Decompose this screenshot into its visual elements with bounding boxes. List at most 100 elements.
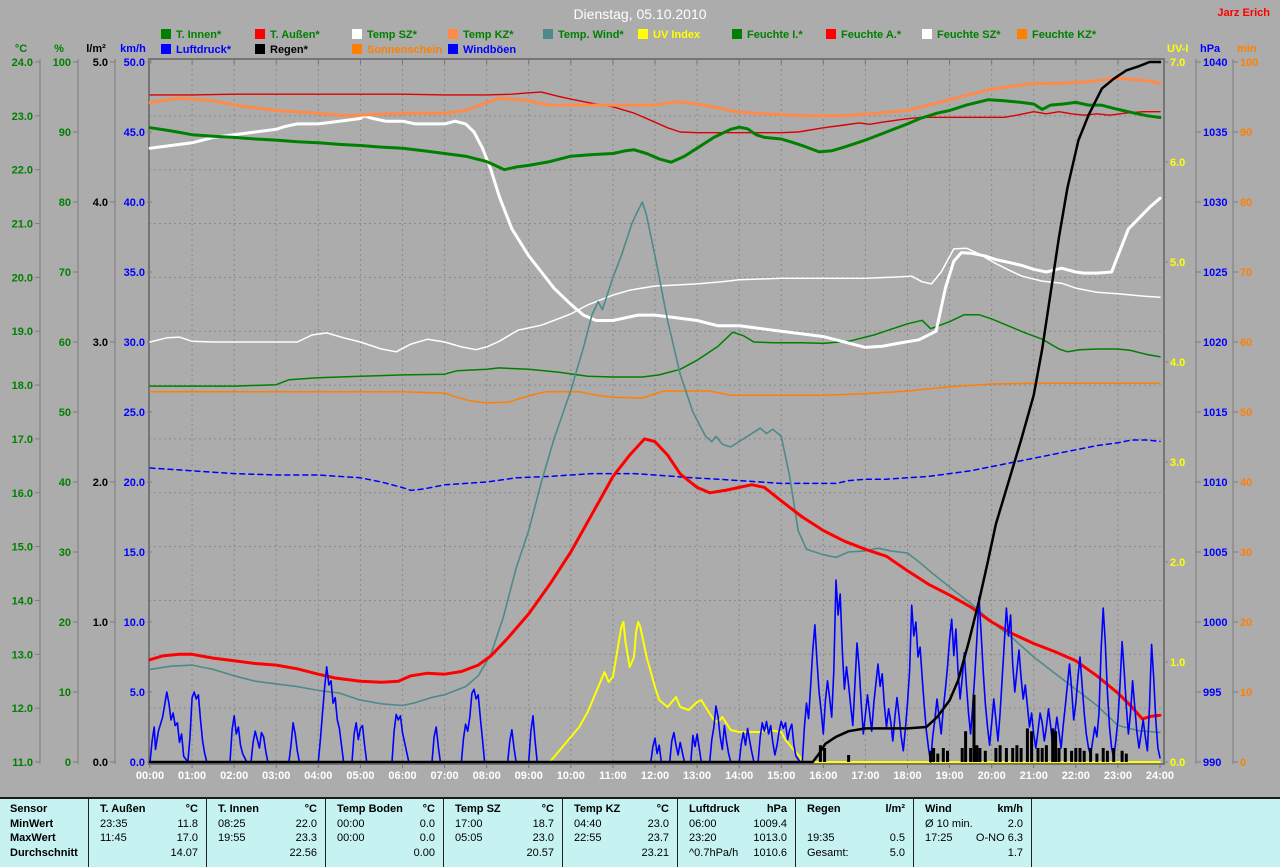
table-row-label: Durchschnitt [10, 847, 78, 859]
axis-tick-label: 100 [53, 57, 71, 69]
axis-unit-label: min [1237, 43, 1257, 55]
table-header-unit: hPa [767, 803, 787, 815]
table-column-divider [88, 799, 89, 867]
rain-rate-bar [929, 751, 932, 762]
axis-tick-label: 12.0 [12, 703, 33, 715]
axis-tick-label: 60 [59, 337, 71, 349]
axis-tick-label: 1.0 [93, 617, 108, 629]
rain-rate-bar [1064, 748, 1067, 762]
rain-rate-bar [975, 745, 978, 762]
axis-tick-label: 1005 [1203, 547, 1227, 559]
x-axis-hour-label: 20:00 [978, 770, 1006, 782]
axis-tick-label: 45.0 [124, 127, 145, 139]
x-axis-hour-label: 12:00 [641, 770, 669, 782]
table-row-label: MaxWert [10, 832, 56, 844]
axis-tick-label: 22.0 [12, 165, 33, 177]
axis-tick-label: 40 [1240, 477, 1252, 489]
rain-rate-bar [936, 754, 939, 762]
axis-tick-label: 100 [1240, 57, 1258, 69]
rain-rate-bar [978, 748, 981, 762]
axis-tick-label: 21.0 [12, 219, 33, 231]
table-header-name: T. Innen [218, 803, 259, 815]
table-header-name: T. Außen [100, 803, 145, 815]
axis-tick-label: 30 [59, 547, 71, 559]
rain-rate-bar [1095, 754, 1098, 762]
table-header-name: Luftdruck [689, 803, 740, 815]
x-axis-hour-label: 13:00 [683, 770, 711, 782]
rain-rate-bar [1054, 731, 1057, 762]
table-header-name: Wind [925, 803, 952, 815]
axis-tick-label: 50.0 [124, 57, 145, 69]
table-min-time: 23:35 [100, 818, 128, 830]
table-min-time: Ø 10 min. [925, 818, 973, 830]
table-min-time: 06:00 [689, 818, 717, 830]
rain-rate-bar [932, 748, 935, 762]
axis-tick-label: 4.0 [1170, 357, 1185, 369]
x-axis-hour-label: 22:00 [1062, 770, 1090, 782]
table-min-time: 17:00 [455, 818, 483, 830]
x-axis-hour-label: 04:00 [304, 770, 332, 782]
table-min-value: 22.0 [296, 818, 317, 830]
axis-tick-label: 0 [1240, 757, 1246, 769]
rain-rate-bar [994, 748, 997, 762]
axis-tick-label: 35.0 [124, 267, 145, 279]
axis-tick-label: 5.0 [93, 57, 108, 69]
table-max-value: 23.7 [648, 832, 669, 844]
axis-tick-label: 10 [1240, 687, 1252, 699]
axis-tick-label: 90 [59, 127, 71, 139]
series-regen- [150, 62, 1160, 762]
axis-tick-label: 2.0 [93, 477, 108, 489]
axis-tick-label: 50 [59, 407, 71, 419]
table-avg-value: 23.21 [641, 847, 669, 859]
rain-rate-bar [1112, 748, 1115, 762]
table-column-divider [443, 799, 444, 867]
table-max-time: 11:45 [100, 832, 127, 844]
table-column-divider [325, 799, 326, 867]
axis-tick-label: 0.0 [93, 757, 108, 769]
axis-tick-label: 1030 [1203, 197, 1227, 209]
axis-tick-label: 1000 [1203, 617, 1227, 629]
axis-tick-label: 4.0 [93, 197, 108, 209]
table-header-unit: °C [542, 803, 554, 815]
x-axis-hour-label: 23:00 [1104, 770, 1132, 782]
table-min-value: 18.7 [533, 818, 554, 830]
axis-tick-label: 10 [59, 687, 71, 699]
axis-tick-label: 25.0 [124, 407, 145, 419]
axis-tick-label: 18.0 [12, 380, 33, 392]
axis-tick-label: 1.0 [1170, 657, 1185, 669]
axis-tick-label: 20.0 [12, 272, 33, 284]
rain-rate-bar [1020, 748, 1023, 762]
rain-rate-bar [973, 695, 976, 762]
rain-rate-bar [1102, 748, 1105, 762]
rain-rate-bar [961, 748, 964, 762]
rain-rate-bar [847, 755, 850, 762]
rain-rate-bar [1079, 748, 1082, 762]
table-header-unit: °C [186, 803, 198, 815]
rain-rate-bar [1005, 748, 1008, 762]
table-header-unit: °C [305, 803, 317, 815]
axis-tick-label: 5.0 [130, 687, 145, 699]
axis-tick-label: 10.0 [124, 617, 145, 629]
table-min-value: 11.8 [177, 818, 198, 830]
axis-tick-label: 50 [1240, 407, 1252, 419]
rain-rate-bar [984, 751, 987, 762]
axis-tick-label: 15.0 [124, 547, 145, 559]
axis-tick-label: 2.0 [1170, 557, 1185, 569]
table-min-value: 0.0 [420, 818, 435, 830]
weather-app-window: Dienstag, 05.10.2010 Jarz Erich T. Innen… [0, 0, 1280, 867]
axis-tick-label: 1020 [1203, 337, 1227, 349]
table-header-unit: km/h [997, 803, 1023, 815]
axis-unit-label: °C [15, 43, 27, 55]
rain-rate-bar [819, 745, 822, 762]
rain-rate-bar [964, 731, 967, 762]
table-max-time: 00:00 [337, 832, 365, 844]
table-column-divider [677, 799, 678, 867]
axis-tick-label: 3.0 [1170, 457, 1185, 469]
x-axis-hour-label: 10:00 [557, 770, 585, 782]
table-column-divider [795, 799, 796, 867]
table-max-time: 23:20 [689, 832, 717, 844]
table-avg-note: ^0.7hPa/h [689, 847, 738, 859]
axis-tick-label: 0.0 [130, 757, 145, 769]
x-axis-hour-label: 01:00 [178, 770, 206, 782]
table-avg-value: 20.57 [526, 847, 554, 859]
